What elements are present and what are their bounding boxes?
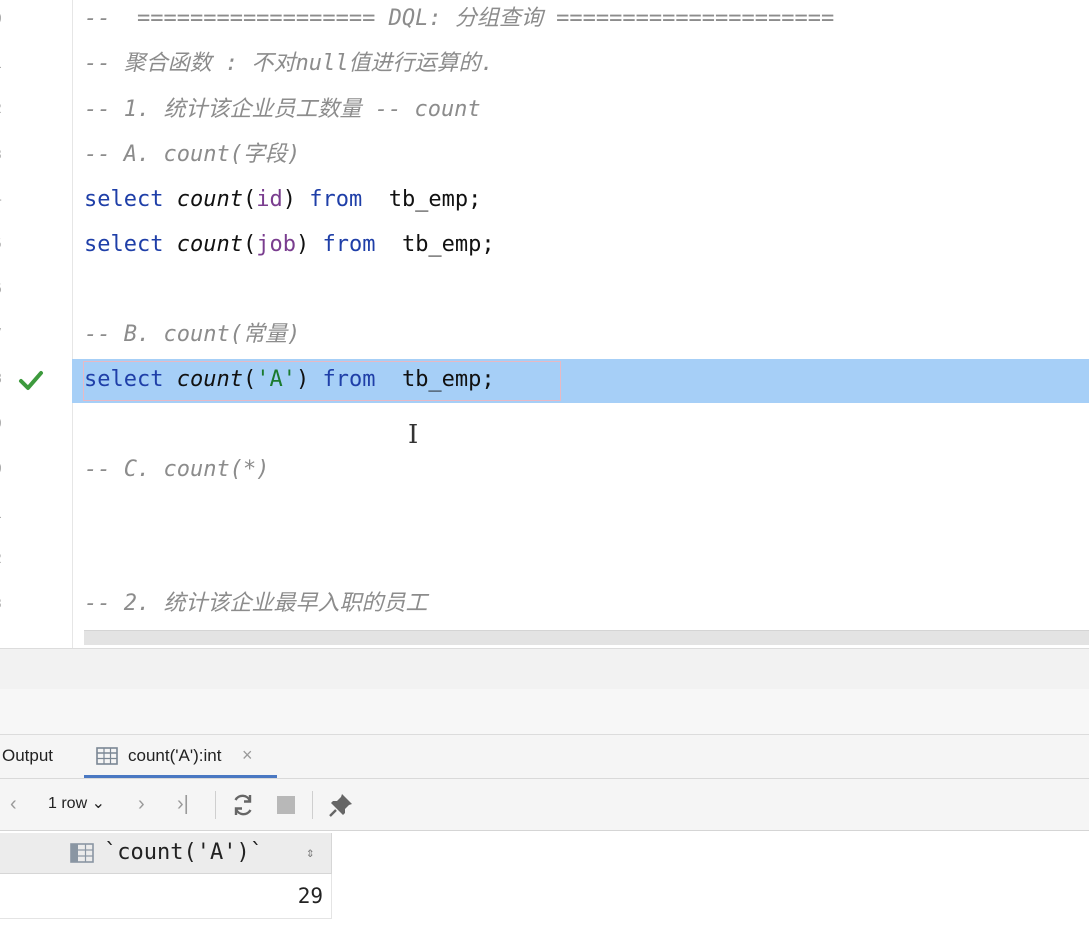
paren: ) bbox=[282, 187, 296, 212]
chevron-left-icon[interactable]: ‹ bbox=[10, 789, 17, 819]
pin-icon[interactable] bbox=[328, 792, 354, 818]
line-number: 0 bbox=[0, 12, 14, 27]
tab-label: count('A'):int bbox=[128, 746, 222, 765]
line-number: 5 bbox=[0, 237, 14, 252]
table-name: tb_emp; bbox=[375, 232, 495, 257]
sql-statement-line-selected[interactable]: select count('A') from tb_emp; bbox=[84, 358, 495, 402]
toolbar-separator bbox=[312, 791, 313, 819]
horizontal-scrollbar[interactable] bbox=[84, 630, 1089, 645]
line-number: 3 bbox=[0, 148, 14, 163]
line-number: 7 bbox=[0, 327, 14, 342]
table-name: tb_emp; bbox=[375, 367, 495, 392]
close-icon[interactable]: × bbox=[242, 735, 253, 776]
refresh-icon[interactable] bbox=[230, 792, 256, 818]
line-number: 1 bbox=[0, 57, 14, 72]
toolbar-separator bbox=[215, 791, 216, 819]
keyword-select: select bbox=[84, 232, 164, 257]
keyword-from: from bbox=[309, 187, 363, 212]
paren: ) bbox=[295, 232, 310, 257]
cell-value: 29 bbox=[297, 884, 323, 908]
line-number-gutter: 0 1 2 3 4 5 6 7 8 9 0 1 2 3 bbox=[0, 0, 73, 648]
function-name: count bbox=[176, 187, 243, 212]
results-tab-bar: Output count('A'):int × bbox=[0, 735, 1089, 779]
code-comment-line[interactable]: -- ================== DQL: 分组查询 ========… bbox=[84, 0, 834, 41]
result-grid[interactable]: `count('A')` ⇕ 29 bbox=[0, 831, 1089, 942]
tab-output[interactable]: Output bbox=[2, 735, 53, 778]
line-number: 0 bbox=[0, 462, 14, 477]
sort-icon[interactable]: ⇕ bbox=[306, 833, 314, 873]
tab-count-result[interactable]: count('A'):int × bbox=[84, 735, 277, 778]
sql-statement-line[interactable]: select count(id) from tb_emp; bbox=[84, 178, 481, 222]
panel-header-strip bbox=[0, 689, 1089, 735]
panel-divider bbox=[0, 648, 1089, 690]
column-identifier: job bbox=[256, 232, 296, 257]
stop-icon[interactable] bbox=[276, 795, 296, 815]
text-cursor-icon: I bbox=[408, 420, 419, 450]
string-literal: 'A' bbox=[256, 367, 296, 392]
keyword-from: from bbox=[322, 367, 376, 392]
line-number: 6 bbox=[0, 282, 14, 297]
chevron-right-icon[interactable]: › bbox=[138, 789, 145, 819]
sql-statement-line[interactable]: select count(job) from tb_emp; bbox=[84, 223, 495, 267]
code-comment-line[interactable]: -- 1. 统计该企业员工数量 -- count bbox=[84, 88, 481, 132]
results-toolbar: ‹ 1 row ⌄ › ›| bbox=[0, 779, 1089, 831]
line-number: 4 bbox=[0, 192, 14, 207]
paren: ( bbox=[242, 367, 257, 392]
code-comment-line[interactable]: -- A. count(字段) bbox=[84, 133, 300, 177]
line-number: 1 bbox=[0, 507, 14, 522]
code-comment-line[interactable]: -- B. count(常量) bbox=[84, 313, 300, 357]
sql-editor[interactable]: 0 1 2 3 4 5 6 7 8 9 0 1 2 3 -- =========… bbox=[0, 0, 1089, 648]
line-number: 2 bbox=[0, 552, 14, 567]
line-number: 2 bbox=[0, 102, 14, 117]
code-comment-line[interactable]: -- 2. 统计该企业最早入职的员工 bbox=[84, 582, 427, 626]
paren: ( bbox=[242, 187, 257, 212]
line-number: 9 bbox=[0, 417, 14, 432]
result-cell[interactable]: 29 bbox=[0, 874, 332, 919]
function-name: count bbox=[176, 367, 243, 392]
function-name: count bbox=[176, 232, 243, 257]
paren: ( bbox=[242, 232, 257, 257]
code-comment-line[interactable]: -- C. count(*) bbox=[84, 448, 269, 492]
table-icon bbox=[96, 747, 118, 765]
table-name: tb_emp; bbox=[362, 187, 482, 212]
rows-count-label: 1 row bbox=[48, 795, 88, 812]
paren: ) bbox=[295, 367, 310, 392]
line-number: 3 bbox=[0, 597, 14, 612]
keyword-select: select bbox=[84, 187, 164, 212]
column-icon bbox=[70, 843, 94, 863]
chevron-down-icon: ⌄ bbox=[91, 795, 105, 812]
line-number: 8 bbox=[0, 372, 14, 387]
column-identifier: id bbox=[256, 187, 283, 212]
column-header-label: `count('A')` bbox=[104, 840, 263, 865]
rows-dropdown[interactable]: 1 row ⌄ bbox=[48, 789, 105, 819]
check-icon bbox=[19, 371, 43, 390]
code-comment-line[interactable]: -- 聚合函数 : 不对null值进行运算的. bbox=[84, 42, 494, 86]
column-header[interactable]: `count('A')` ⇕ bbox=[0, 833, 332, 874]
last-page-icon[interactable]: ›| bbox=[177, 789, 189, 819]
keyword-from: from bbox=[322, 232, 376, 257]
keyword-select: select bbox=[84, 367, 164, 392]
